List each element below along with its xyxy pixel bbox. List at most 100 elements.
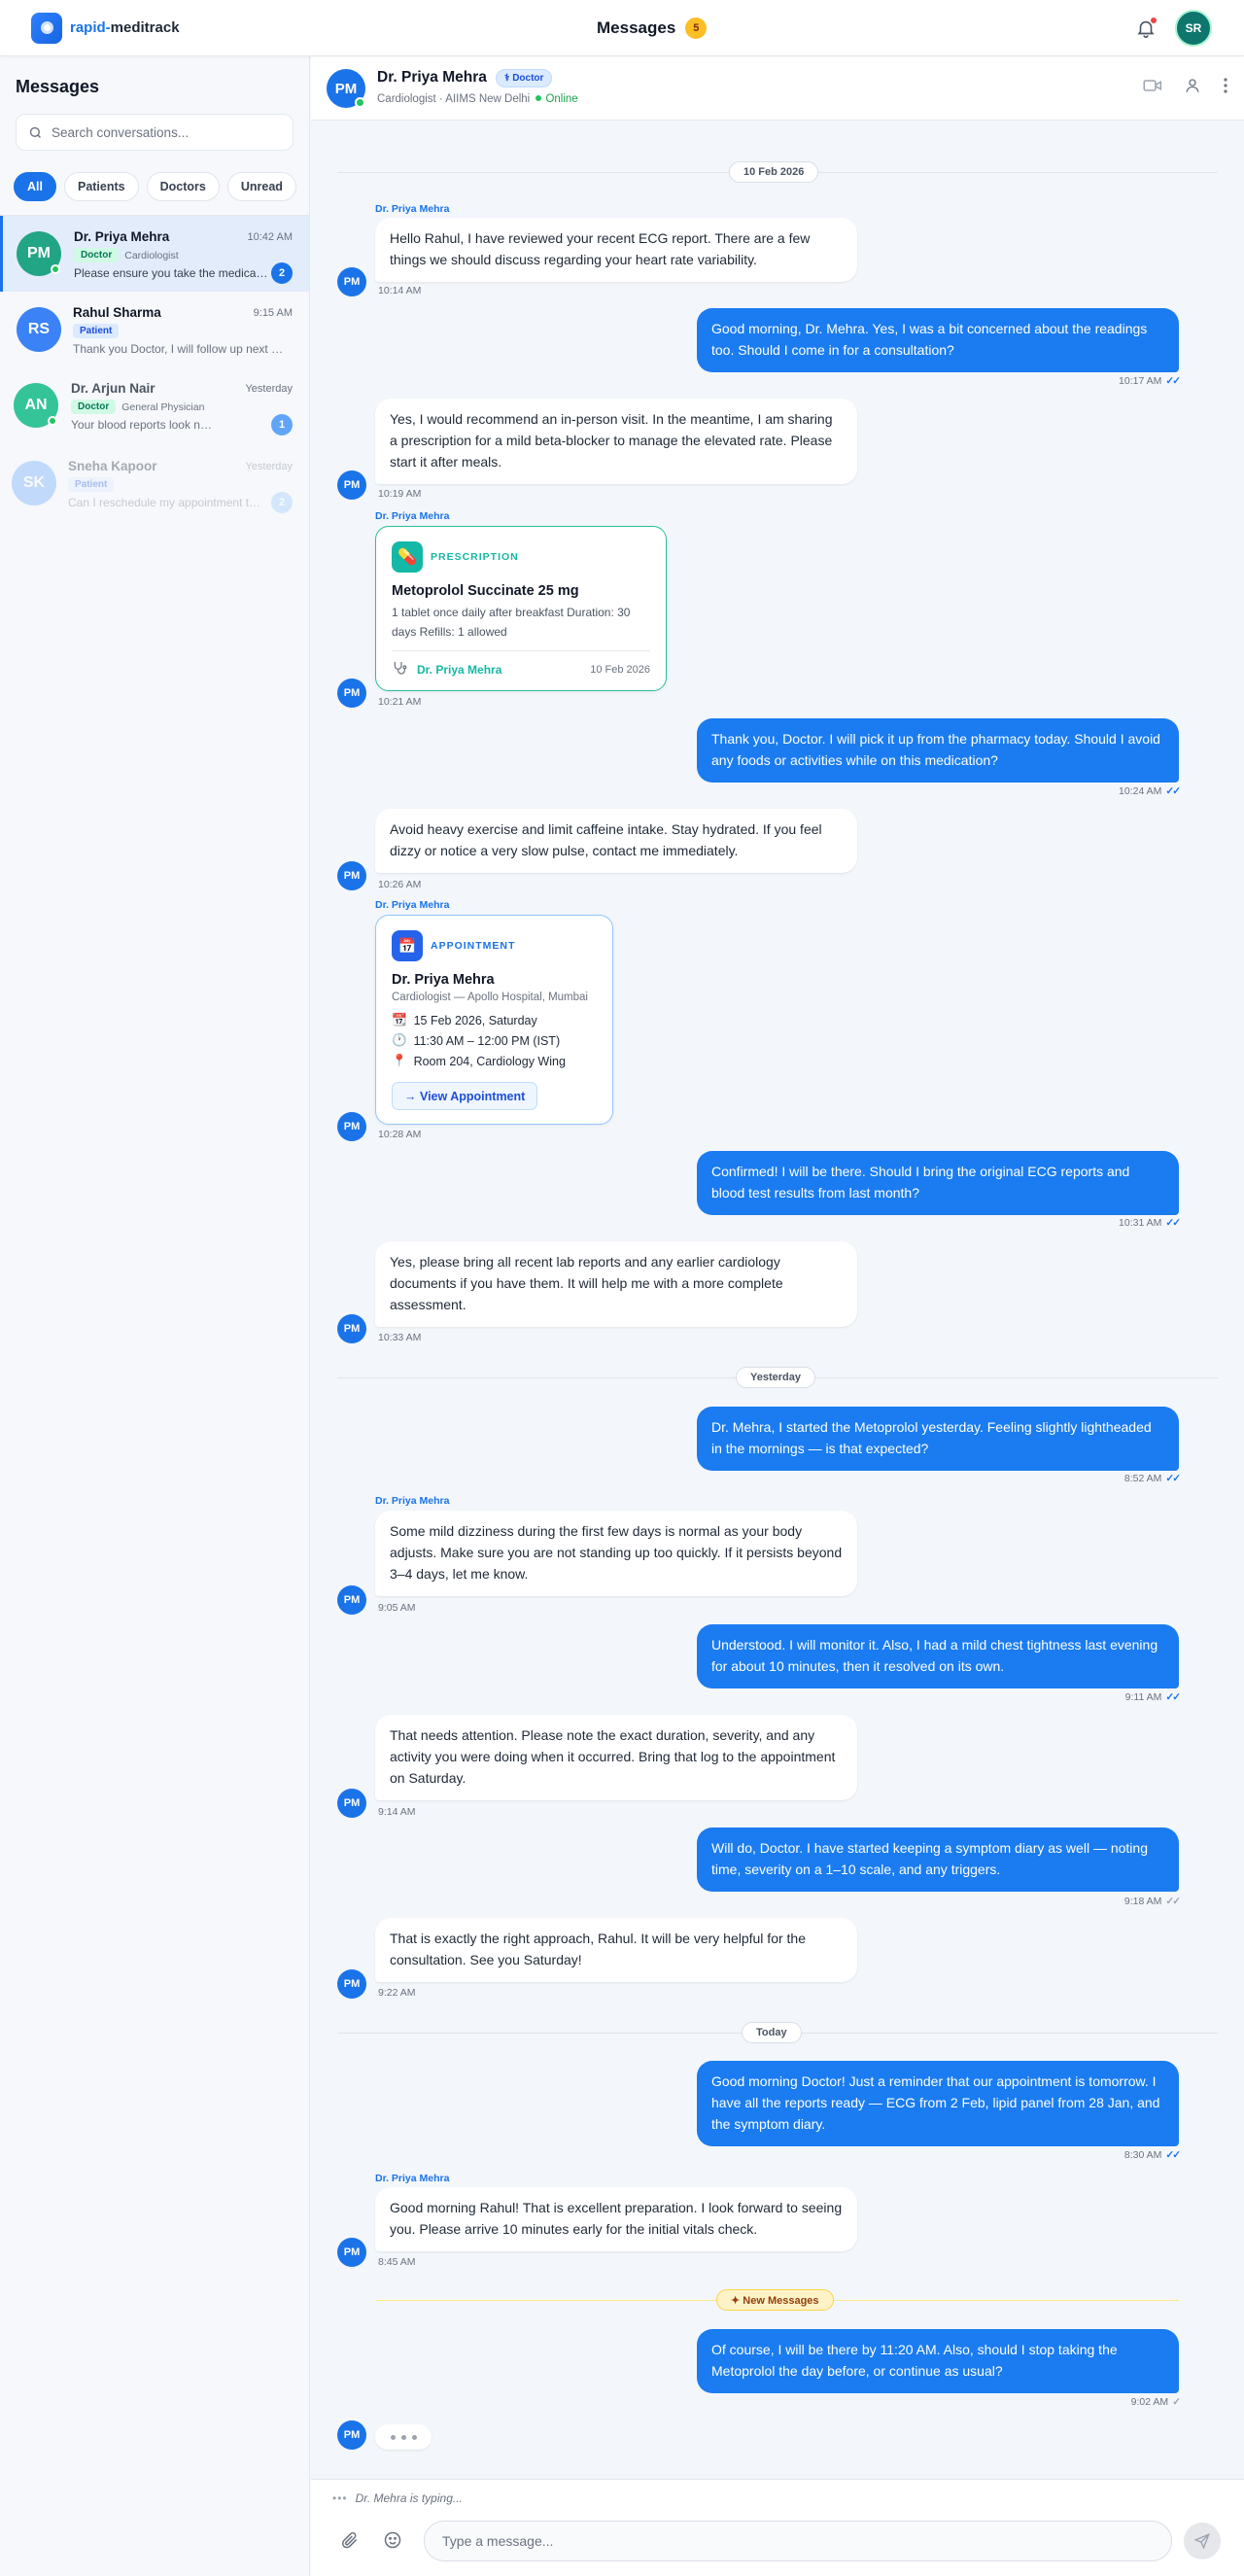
appointment-card[interactable]: 📅 APPOINTMENT Dr. Priya Mehra Cardiologi…	[375, 915, 613, 1125]
prescription-details: 1 tablet once daily after breakfast Dura…	[392, 606, 631, 639]
message-input[interactable]	[424, 2521, 1172, 2561]
avatar: SK	[12, 461, 56, 505]
calendar-icon: 📅	[392, 930, 423, 961]
search-box	[16, 114, 294, 151]
notifications-bell-icon[interactable]	[1135, 17, 1157, 39]
conversation-name: Dr. Arjun Nair	[71, 381, 156, 396]
message-time: 9:05 AM	[378, 1602, 416, 1614]
brand-logo[interactable]: rapid-meditrack	[31, 12, 180, 44]
sender-avatar: PM	[337, 2238, 366, 2267]
prescribing-doctor: Dr. Priya Mehra	[417, 663, 502, 677]
appointment-doctor: Dr. Priya Mehra	[392, 972, 495, 988]
send-icon	[1193, 2533, 1210, 2550]
message-time: 10:19 AM	[378, 488, 422, 500]
appointment-date-row: 📆 15 Feb 2026, Saturday	[392, 1013, 537, 1027]
conversation-item-sneha-kapoor[interactable]: SK Sneha Kapoor Yesterday Patient Can I …	[0, 445, 309, 521]
typing-status: ••• Dr. Mehra is typing...	[332, 2491, 463, 2505]
conversation-time: Yesterday	[245, 461, 293, 472]
sender-name: Dr. Priya Mehra	[375, 899, 450, 911]
message-bubble-incoming: Good morning Rahul! That is excellent pr…	[375, 2187, 857, 2251]
doctor-badge: ⚕ Doctor	[496, 69, 553, 87]
message-bubble-incoming: That needs attention. Please note the ex…	[375, 1715, 857, 1800]
video-call-icon[interactable]	[1143, 78, 1162, 98]
logo-icon	[31, 12, 62, 44]
medicine-name: Metoprolol Succinate 25 mg	[392, 583, 579, 599]
unread-badge: 1	[271, 414, 293, 435]
sent-receipt-icon: ✓	[1172, 2396, 1181, 2408]
sender-avatar: PM	[337, 267, 366, 296]
message-preview: Can I reschedule my appointment to Frida…	[68, 496, 262, 509]
message-bubble-incoming: Hello Rahul, I have reviewed your recent…	[375, 218, 857, 282]
unread-badge: 2	[271, 262, 293, 284]
date-divider: 10 Feb 2026	[729, 161, 819, 183]
sender-avatar: PM	[337, 2420, 366, 2450]
message-bubble-outgoing: Will do, Doctor. I have started keeping …	[697, 1828, 1179, 1892]
unread-badge: 2	[271, 492, 293, 513]
sender-avatar: PM	[337, 1585, 366, 1615]
message-time: 10:17 AM ✓✓	[1119, 375, 1181, 387]
filter-doctors[interactable]: Doctors	[146, 172, 220, 201]
message-time: 10:26 AM	[378, 879, 422, 890]
message-preview: Please ensure you take the medication wi…	[74, 266, 270, 280]
filter-all[interactable]: All	[14, 172, 56, 201]
message-bubble-incoming: Yes, please bring all recent lab reports…	[375, 1241, 857, 1327]
message-bubble-incoming: That is exactly the right approach, Rahu…	[375, 1918, 857, 1982]
avatar: RS	[17, 307, 61, 352]
filter-patients[interactable]: Patients	[63, 172, 139, 201]
page-title: Messages	[597, 18, 676, 37]
prescription-card[interactable]: 💊 PRESCRIPTION Metoprolol Succinate 25 m…	[375, 526, 667, 691]
message-bubble-outgoing: Good morning, Dr. Mehra. Yes, I was a bi…	[697, 308, 1179, 372]
sender-avatar: PM	[337, 1789, 366, 1818]
typing-indicator-bubble	[375, 2424, 432, 2450]
delivered-receipt-icon: ✓✓	[1165, 1896, 1181, 1907]
emoji-icon[interactable]	[383, 2530, 402, 2555]
sender-name: Dr. Priya Mehra	[375, 203, 450, 215]
view-appointment-button[interactable]: → View Appointment	[392, 1082, 538, 1110]
stethoscope-icon	[392, 660, 407, 680]
top-bar: rapid-meditrack Messages 5 SR	[0, 0, 1244, 56]
sender-name: Dr. Priya Mehra	[375, 510, 450, 522]
chat-header: PM Dr. Priya Mehra ⚕ Doctor Cardiologist…	[311, 56, 1244, 121]
read-receipt-icon: ✓✓	[1165, 1217, 1181, 1229]
role-tag: Patient	[68, 477, 115, 492]
online-status: Online	[533, 93, 577, 105]
filter-unread[interactable]: Unread	[226, 172, 296, 201]
conversation-sidebar: Messages All Patients Doctors Unread PM …	[0, 56, 310, 2576]
message-time: 8:52 AM ✓✓	[1123, 1473, 1181, 1484]
role-tag: Doctor	[74, 248, 120, 262]
conversation-item-priya-mehra[interactable]: PM Dr. Priya Mehra 10:42 AM Doctor Cardi…	[0, 216, 309, 292]
send-button[interactable]	[1184, 2523, 1221, 2559]
search-input[interactable]	[52, 124, 285, 140]
read-receipt-icon: ✓✓	[1165, 2149, 1181, 2161]
user-avatar[interactable]: SR	[1175, 10, 1212, 47]
specialty: Cardiologist	[124, 249, 179, 261]
conversation-item-rahul-sharma[interactable]: RS Rahul Sharma 9:15 AM Patient Thank yo…	[0, 292, 309, 367]
filter-chips: All Patients Doctors Unread	[14, 172, 296, 201]
sidebar-title: Messages	[16, 77, 100, 96]
date-divider: Yesterday	[736, 1367, 815, 1388]
conversation-item-arjun-nair[interactable]: AN Dr. Arjun Nair Yesterday Doctor Gener…	[0, 367, 309, 443]
sender-avatar: PM	[337, 470, 366, 500]
message-time: 9:14 AM	[378, 1806, 416, 1818]
read-receipt-icon: ✓✓	[1165, 1473, 1181, 1484]
contact-name: Dr. Priya Mehra	[377, 69, 487, 86]
message-bubble-outgoing: Confirmed! I will be there. Should I bri…	[697, 1151, 1179, 1215]
location-pin-icon: 📍	[392, 1054, 407, 1067]
online-indicator	[355, 97, 365, 108]
appointment-time-row: 🕐 11:30 AM – 12:00 PM (IST)	[392, 1033, 561, 1048]
message-list: 10 Feb 2026 Dr. Priya Mehra Hello Rahul,…	[311, 121, 1244, 2479]
card-label: PRESCRIPTION	[431, 551, 519, 563]
message-time: 10:33 AM	[378, 1332, 422, 1343]
conversation-time: 10:42 AM	[247, 231, 293, 243]
sender-avatar: PM	[337, 1314, 366, 1343]
message-time: 9:22 AM	[378, 1987, 416, 1999]
conversation-name: Dr. Priya Mehra	[74, 229, 170, 244]
appointment-room-row: 📍 Room 204, Cardiology Wing	[392, 1054, 566, 1068]
profile-icon[interactable]	[1184, 77, 1201, 99]
read-receipt-icon: ✓✓	[1165, 1691, 1181, 1703]
conversation-name: Rahul Sharma	[73, 305, 161, 320]
attachment-icon[interactable]	[340, 2530, 360, 2555]
read-receipt-icon: ✓✓	[1165, 375, 1181, 387]
more-options-icon[interactable]	[1223, 77, 1228, 99]
message-time: 10:28 AM	[378, 1129, 422, 1140]
